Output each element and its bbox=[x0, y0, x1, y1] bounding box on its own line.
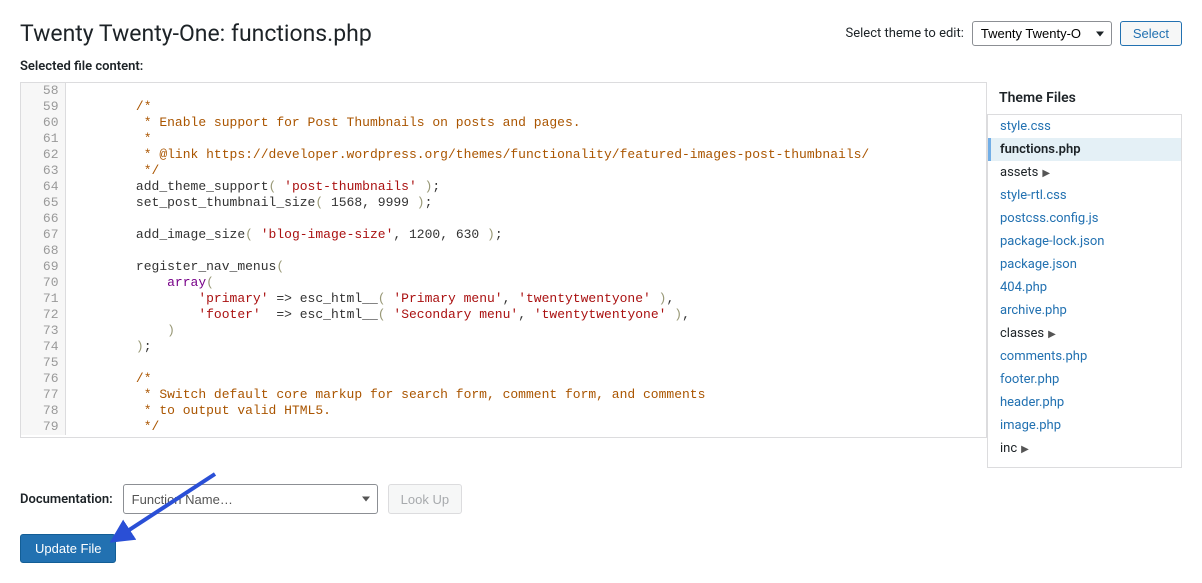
code-line[interactable]: * Enable support for Post Thumbnails on … bbox=[65, 115, 986, 131]
code-line[interactable]: /* bbox=[65, 99, 986, 115]
line-number: 73 bbox=[21, 323, 65, 339]
code-line[interactable]: ); bbox=[65, 339, 986, 355]
theme-select-label: Select theme to edit: bbox=[846, 26, 964, 41]
lookup-button[interactable]: Look Up bbox=[388, 484, 462, 514]
file-tree[interactable]: style.cssfunctions.phpassets▶style-rtl.c… bbox=[987, 114, 1182, 468]
code-line[interactable]: * @link https://developer.wordpress.org/… bbox=[65, 147, 986, 163]
folder-item[interactable]: assets▶ bbox=[988, 161, 1181, 184]
function-name-select[interactable]: Function Name… bbox=[123, 484, 378, 514]
line-number: 58 bbox=[21, 83, 65, 99]
chevron-right-icon: ▶ bbox=[1021, 444, 1029, 455]
select-theme-button[interactable]: Select bbox=[1120, 21, 1182, 46]
line-number: 67 bbox=[21, 227, 65, 243]
theme-select[interactable]: Twenty Twenty-O bbox=[972, 21, 1112, 46]
line-number: 70 bbox=[21, 275, 65, 291]
line-number: 65 bbox=[21, 195, 65, 211]
code-line[interactable] bbox=[65, 243, 986, 259]
folder-item[interactable]: classes▶ bbox=[988, 322, 1181, 345]
line-number: 77 bbox=[21, 387, 65, 403]
line-number: 79 bbox=[21, 419, 65, 435]
line-number: 64 bbox=[21, 179, 65, 195]
code-line[interactable] bbox=[65, 83, 986, 99]
file-item[interactable]: header.php bbox=[988, 391, 1181, 414]
line-number: 60 bbox=[21, 115, 65, 131]
line-number: 66 bbox=[21, 211, 65, 227]
file-item[interactable]: archive.php bbox=[988, 299, 1181, 322]
selected-file-label: Selected file content: bbox=[20, 59, 1182, 74]
code-line[interactable]: * to output valid HTML5. bbox=[65, 403, 986, 419]
documentation-label: Documentation: bbox=[20, 492, 113, 507]
chevron-right-icon: ▶ bbox=[1048, 329, 1056, 340]
folder-item[interactable]: inc▶ bbox=[988, 437, 1181, 460]
line-number: 72 bbox=[21, 307, 65, 323]
code-line[interactable]: set_post_thumbnail_size( 1568, 9999 ); bbox=[65, 195, 986, 211]
code-editor[interactable]: 58 59 /*60 * Enable support for Post Thu… bbox=[20, 82, 987, 438]
line-number: 69 bbox=[21, 259, 65, 275]
update-file-button[interactable]: Update File bbox=[20, 534, 116, 563]
code-line[interactable] bbox=[65, 355, 986, 371]
file-item[interactable]: functions.php bbox=[987, 138, 1181, 161]
file-item[interactable]: comments.php bbox=[988, 345, 1181, 368]
file-item[interactable]: image.php bbox=[988, 414, 1181, 437]
line-number: 59 bbox=[21, 99, 65, 115]
code-line[interactable]: /* bbox=[65, 371, 986, 387]
file-item[interactable]: postcss.config.js bbox=[988, 207, 1181, 230]
code-line[interactable]: */ bbox=[65, 163, 986, 179]
file-item[interactable]: package.json bbox=[988, 253, 1181, 276]
line-number: 74 bbox=[21, 339, 65, 355]
file-item[interactable]: style.css bbox=[988, 115, 1181, 138]
file-item[interactable]: 404.php bbox=[988, 276, 1181, 299]
line-number: 76 bbox=[21, 371, 65, 387]
line-number: 62 bbox=[21, 147, 65, 163]
file-item[interactable]: footer.php bbox=[988, 368, 1181, 391]
theme-files-title: Theme Files bbox=[987, 82, 1182, 114]
code-line[interactable]: * Switch default core markup for search … bbox=[65, 387, 986, 403]
code-line[interactable]: 'primary' => esc_html__( 'Primary menu',… bbox=[65, 291, 986, 307]
code-line[interactable] bbox=[65, 211, 986, 227]
code-line[interactable]: ) bbox=[65, 323, 986, 339]
code-line[interactable]: * bbox=[65, 131, 986, 147]
line-number: 78 bbox=[21, 403, 65, 419]
line-number: 68 bbox=[21, 243, 65, 259]
file-item[interactable]: style-rtl.css bbox=[988, 184, 1181, 207]
code-line[interactable]: 'footer' => esc_html__( 'Secondary menu'… bbox=[65, 307, 986, 323]
line-number: 75 bbox=[21, 355, 65, 371]
code-line[interactable]: register_nav_menus( bbox=[65, 259, 986, 275]
code-line[interactable]: array( bbox=[65, 275, 986, 291]
file-item[interactable]: package-lock.json bbox=[988, 230, 1181, 253]
code-line[interactable]: add_theme_support( 'post-thumbnails' ); bbox=[65, 179, 986, 195]
line-number: 63 bbox=[21, 163, 65, 179]
line-number: 71 bbox=[21, 291, 65, 307]
code-line[interactable]: add_image_size( 'blog-image-size', 1200,… bbox=[65, 227, 986, 243]
line-number: 61 bbox=[21, 131, 65, 147]
chevron-right-icon: ▶ bbox=[1042, 168, 1050, 179]
code-line[interactable]: */ bbox=[65, 419, 986, 435]
page-title: Twenty Twenty-One: functions.php bbox=[20, 20, 372, 47]
